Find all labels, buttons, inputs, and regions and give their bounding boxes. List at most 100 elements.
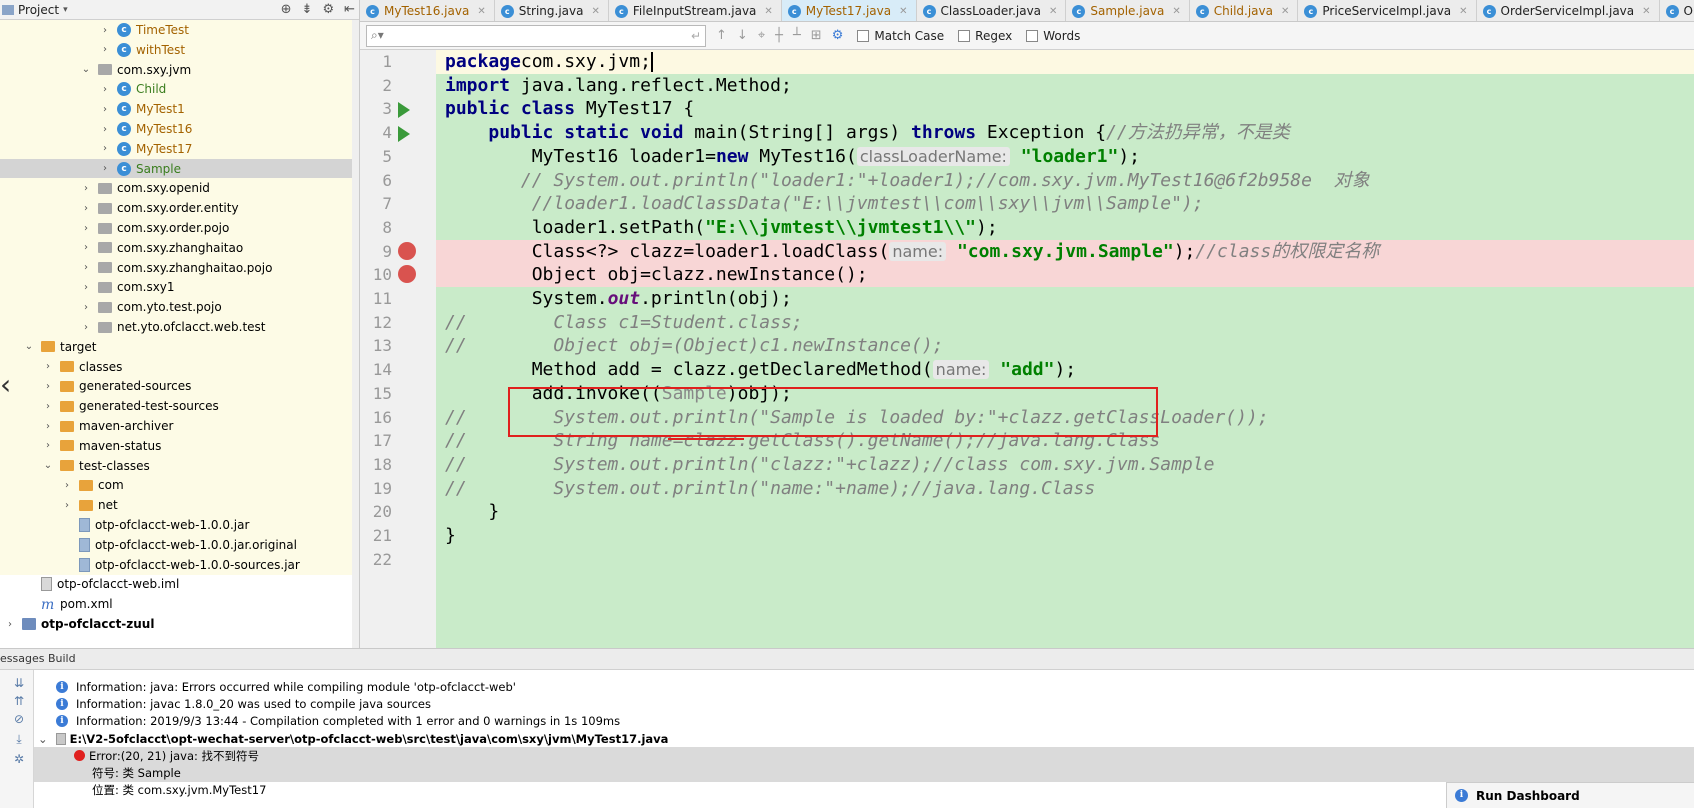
editor-tab[interactable]: c Child.java ✕ [1190, 0, 1299, 21]
expand-all-icon[interactable]: ⇊ [12, 676, 26, 690]
tree-item[interactable]: › net.yto.ofclacct.web.test [0, 317, 359, 337]
select-all-icon[interactable]: ⊞ [811, 28, 822, 43]
code-line[interactable]: 16 // System.out.println("Sample is loade… [360, 406, 1694, 430]
collapsed-arrow-icon[interactable]: › [99, 143, 111, 154]
collapsed-arrow-icon[interactable]: › [99, 84, 111, 95]
collapse-icon[interactable]: ⇟ [302, 2, 313, 17]
tree-item[interactable]: › c Sample [0, 158, 359, 179]
editor-tab[interactable]: c Sample.java ✕ [1066, 0, 1190, 21]
collapsed-arrow-icon[interactable]: › [80, 322, 92, 333]
tree-item[interactable]: › c MyTest16 [0, 119, 359, 139]
collapsed-arrow-icon[interactable]: › [80, 262, 92, 273]
message-row[interactable]: i Information: javac 1.8.0_20 was used to… [34, 695, 1694, 713]
code-line[interactable]: 4 public static void main(String[] args)… [360, 121, 1694, 145]
tree-item[interactable]: › c TimeTest [0, 20, 359, 40]
code-line[interactable]: 2 import java.lang.reflect.Method; [360, 74, 1694, 98]
collapsed-arrow-icon[interactable]: › [42, 401, 54, 412]
tree-item[interactable]: › c MyTest17 [0, 138, 359, 159]
collapsed-arrow-icon[interactable]: › [80, 203, 92, 214]
tree-item[interactable]: › com [0, 475, 359, 496]
code-line[interactable]: 18 // System.out.println("clazz:"+clazz);… [360, 453, 1694, 477]
close-icon[interactable]: ✕ [764, 6, 772, 17]
tree-item[interactable]: otp-ofclacct-web-1.0.0-sources.jar [0, 554, 359, 575]
code-line[interactable]: 12 // Class c1=Student.class; [360, 311, 1694, 335]
tree-item[interactable]: › maven-status [0, 435, 359, 456]
collapsed-arrow-icon[interactable]: › [4, 619, 16, 630]
editor-tab[interactable]: c FileInputStream.java ✕ [609, 0, 782, 21]
tree-item[interactable]: otp-ofclacct-web-1.0.0.jar [0, 515, 359, 535]
code-line[interactable]: 15 add.invoke((Sample)obj); [360, 382, 1694, 406]
tree-item[interactable]: › com.sxy.openid [0, 178, 359, 199]
settings-icon[interactable]: ✲ [12, 752, 26, 766]
regex-checkbox[interactable]: Regex [958, 29, 1012, 43]
project-tree-scrollbar[interactable] [352, 20, 359, 648]
code-line[interactable]: 6 // System.out.println("loader1:"+loade… [360, 169, 1694, 193]
editor-tab[interactable]: c MyTest16.java ✕ [360, 0, 495, 21]
tree-item[interactable]: › com.sxy.zhanghaitao [0, 237, 359, 258]
search-icon[interactable]: ⌕▾ [371, 28, 384, 43]
tree-item[interactable]: › c withTest [0, 39, 359, 60]
tree-item[interactable]: › com.sxy.order.entity [0, 198, 359, 219]
tree-item[interactable]: ⌄ target [0, 336, 359, 357]
code-line[interactable]: 20 } [360, 500, 1694, 524]
message-row[interactable]: i Information: 2019/9/3 13:44 - Compilati… [34, 712, 1694, 730]
code-line[interactable]: 22 [360, 548, 1694, 572]
code-line[interactable]: 9 Class<?> clazz=loader1.loadClass(name:… [360, 239, 1694, 264]
next-occurrence-icon[interactable]: ↓ [737, 28, 748, 43]
editor-tab[interactable]: cOrderStatus.java✕ [1660, 0, 1694, 21]
collapsed-arrow-icon[interactable]: › [80, 242, 92, 253]
words-checkbox[interactable]: Words [1026, 29, 1080, 43]
find-all-icon[interactable]: ⌖ [758, 28, 765, 43]
close-icon[interactable]: ✕ [1642, 6, 1650, 17]
close-icon[interactable]: ✕ [1172, 6, 1180, 17]
tree-item[interactable]: › generated-test-sources [0, 396, 359, 417]
code-line[interactable]: 19 // System.out.println("name:"+name);//… [360, 477, 1694, 501]
code-line[interactable]: 17 // String name=clazz.getClass().getNam… [360, 429, 1694, 453]
tree-item[interactable]: › c MyTest1 [0, 99, 359, 120]
tree-item[interactable]: › c Child [0, 79, 359, 100]
collapsed-arrow-icon[interactable]: › [61, 480, 73, 491]
tree-item[interactable]: › com.yto.test.pojo [0, 297, 359, 318]
code-line[interactable]: 14 Method add = clazz.getDeclaredMethod(… [360, 358, 1694, 382]
collapsed-arrow-icon[interactable]: › [99, 104, 111, 115]
tree-item[interactable]: › maven-archiver [0, 416, 359, 436]
gear-icon[interactable]: ⚙ [322, 2, 334, 17]
tree-item[interactable]: otp-ofclacct-web.iml [0, 574, 359, 594]
project-view-selector[interactable]: Project ▾ [0, 3, 68, 17]
hide-panel-icon[interactable]: ⇤ [344, 2, 355, 17]
collapsed-arrow-icon[interactable]: › [42, 381, 54, 392]
collapsed-arrow-icon[interactable]: › [42, 440, 54, 451]
tree-item[interactable]: › classes [0, 356, 359, 377]
collapsed-arrow-icon[interactable]: › [80, 183, 92, 194]
tree-item[interactable]: m pom.xml [0, 594, 359, 614]
chevron-left-icon[interactable]: ‹ [0, 368, 11, 401]
tree-item[interactable]: ⌄ com.sxy.jvm [0, 59, 359, 80]
tree-item[interactable]: › generated-sources [0, 376, 359, 397]
message-row[interactable]: Error:(20, 21) java: 找不到符号 [34, 746, 1694, 765]
run-dashboard-button[interactable]: i Run Dashboard [1446, 782, 1694, 808]
code-line[interactable]: 1 packagecom.sxy.jvm; [360, 50, 1694, 74]
code-line[interactable]: 11 System.out.println(obj); [360, 287, 1694, 311]
collapsed-arrow-icon[interactable]: › [80, 223, 92, 234]
collapsed-arrow-icon[interactable]: › [61, 500, 73, 511]
collapsed-arrow-icon[interactable]: › [99, 25, 111, 36]
code-line[interactable]: 7 //loader1.loadClassData("E:\\jvmtest\\… [360, 192, 1694, 216]
collapsed-arrow-icon[interactable]: › [99, 124, 111, 135]
code-line[interactable]: 21} [360, 524, 1694, 548]
editor-tab[interactable]: c String.java ✕ [495, 0, 609, 21]
tree-item[interactable]: › com.sxy.zhanghaitao.pojo [0, 257, 359, 278]
close-icon[interactable]: ✕ [477, 6, 485, 17]
code-line[interactable]: 8 loader1.setPath("E:\\jvmtest\\jvmtest1… [360, 216, 1694, 240]
match-case-checkbox[interactable]: Match Case [857, 29, 944, 43]
expanded-arrow-icon[interactable]: ⌄ [80, 64, 92, 75]
tree-item[interactable]: ⌄ test-classes [0, 455, 359, 476]
expanded-arrow-icon[interactable]: ⌄ [42, 460, 54, 471]
expanded-arrow-icon[interactable]: ⌄ [23, 341, 35, 352]
close-icon[interactable]: ✕ [1459, 6, 1467, 17]
prev-occurrence-icon[interactable]: ↑ [716, 28, 727, 43]
export-icon[interactable]: ⤓ [12, 732, 26, 746]
close-icon[interactable]: ✕ [1281, 6, 1289, 17]
collapse-all-icon[interactable]: ⇈ [12, 694, 26, 708]
editor-tab[interactable]: c PriceServiceImpl.java ✕ [1298, 0, 1477, 21]
collapsed-arrow-icon[interactable]: › [80, 302, 92, 313]
